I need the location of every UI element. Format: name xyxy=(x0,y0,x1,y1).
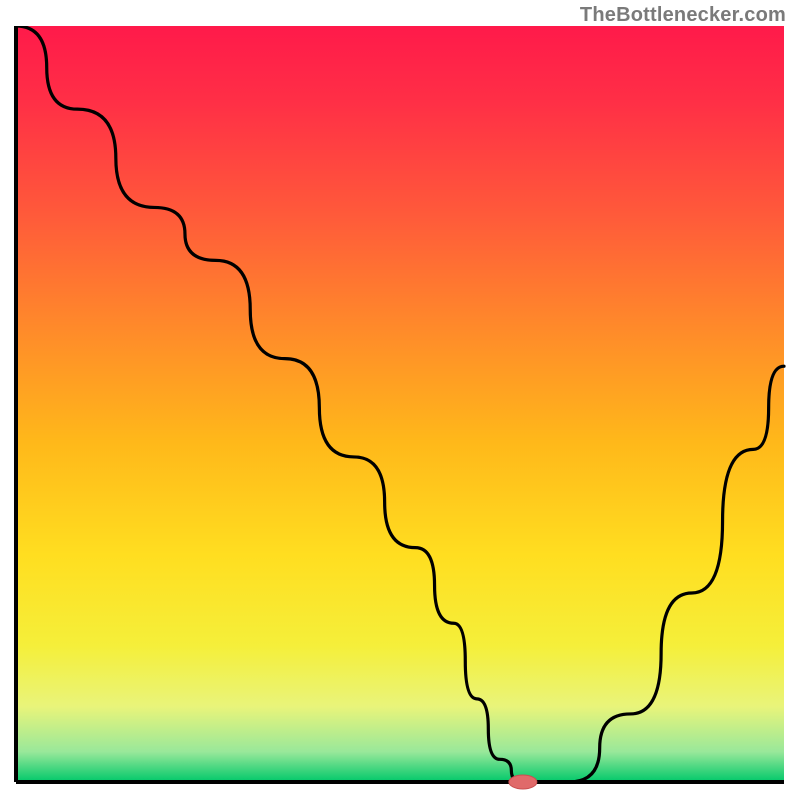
attribution-caption: TheBottlenecker.com xyxy=(580,4,786,27)
optimal-point-marker xyxy=(509,775,537,789)
chart-svg xyxy=(10,26,790,792)
bottleneck-chart xyxy=(10,26,790,792)
gradient-background xyxy=(16,26,784,782)
